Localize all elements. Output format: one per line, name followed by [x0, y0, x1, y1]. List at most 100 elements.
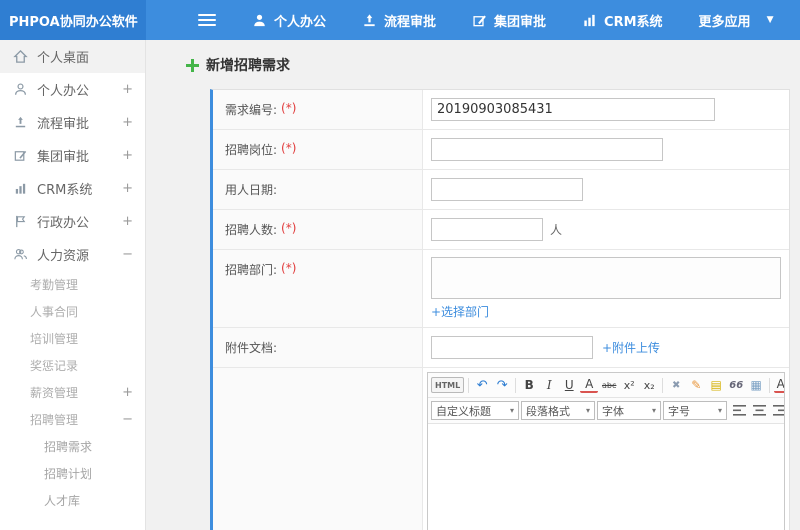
font-size-dropdown[interactable]: 字号 ▾: [663, 401, 727, 420]
edit-icon: [14, 150, 27, 161]
required-mark: (*): [281, 101, 297, 115]
align-right-icon[interactable]: [771, 403, 784, 419]
sidebar-item-personal-desktop[interactable]: 个人桌面: [0, 40, 145, 73]
expand-icon[interactable]: +: [122, 214, 133, 229]
required-mark: (*): [281, 261, 297, 275]
main-content: 新增招聘需求 需求编号: (*) 招聘岗位: (*): [147, 40, 800, 530]
form-row-headcount: 招聘人数: (*) 人: [213, 210, 789, 250]
blockquote-icon[interactable]: 66: [727, 376, 745, 394]
field-content: [423, 90, 789, 129]
collapse-icon[interactable]: −: [122, 412, 133, 427]
unit-label: 人: [550, 223, 563, 237]
department-textarea[interactable]: [431, 257, 781, 299]
superscript-icon[interactable]: x²: [620, 376, 638, 394]
undo-icon[interactable]: ↶: [473, 376, 491, 394]
workflow-icon: [364, 13, 375, 26]
remove-format-icon[interactable]: ✖: [667, 376, 685, 394]
sidebar-subitem-recruitment[interactable]: 招聘管理 −: [0, 406, 145, 433]
field-label: 用人日期:: [213, 170, 423, 209]
app-logo[interactable]: PHPOA协同办公软件: [0, 0, 146, 40]
sidebar-item-group-approval[interactable]: 集团审批 +: [0, 139, 145, 172]
rich-text-editor: HTML ↶ ↷ B I U A abc x² x₂ ✖ ✎ ▤ 66 ▦ A …: [427, 372, 785, 530]
expand-icon[interactable]: +: [122, 82, 133, 97]
expand-icon[interactable]: +: [122, 148, 133, 163]
align-center-icon[interactable]: [751, 403, 767, 419]
form-row-department: 招聘部门: (*) +选择部门: [213, 250, 789, 328]
field-label: 附件文档:: [213, 328, 423, 367]
topnav-workflow-approval[interactable]: 流程审批: [362, 11, 436, 30]
expand-icon[interactable]: +: [122, 115, 133, 130]
attachment-input[interactable]: [431, 336, 593, 359]
sidebar-subitem-rewards[interactable]: 奖惩记录: [0, 352, 145, 379]
topnav-personal-office[interactable]: 个人办公: [252, 11, 326, 30]
sidebar-item-personal-office[interactable]: 个人办公 +: [0, 73, 145, 106]
font-color-icon[interactable]: A: [580, 377, 599, 393]
select-department-link[interactable]: +选择部门: [431, 303, 489, 320]
recruit-post-input[interactable]: [431, 138, 663, 161]
sidebar-subitem-hr-contract[interactable]: 人事合同: [0, 298, 145, 325]
recruit-demand-form: 需求编号: (*) 招聘岗位: (*) 用人: [210, 89, 790, 530]
sidebar-subitem-salary[interactable]: 薪资管理 +: [0, 379, 145, 406]
field-content: +选择部门: [423, 250, 789, 327]
html-source-button[interactable]: HTML: [431, 377, 465, 393]
page-title: 新增招聘需求: [206, 58, 290, 74]
custom-heading-dropdown[interactable]: 自定义标题 ▾: [431, 401, 519, 420]
sidebar-subitem-attendance[interactable]: 考勤管理: [0, 271, 145, 298]
bold-icon[interactable]: B: [520, 376, 538, 394]
bar-chart-icon: [15, 183, 26, 194]
flag-icon: [16, 215, 26, 228]
topnav-label: 个人办公: [274, 14, 327, 30]
topbar: PHPOA协同办公软件 个人办公 流程审批 集团审批 CRM系统 更多应用 ▼: [0, 0, 800, 40]
form-row-demand-code: 需求编号: (*): [213, 90, 789, 130]
topnav-more-apps[interactable]: 更多应用 ▼: [699, 11, 774, 30]
chevron-down-icon: ▾: [509, 406, 514, 415]
text-color-dropdown[interactable]: A ▾: [774, 377, 784, 393]
people-icon: [14, 248, 27, 260]
topnav-crm-system[interactable]: CRM系统: [582, 11, 663, 30]
hire-date-input[interactable]: [431, 178, 583, 201]
strikethrough-icon[interactable]: abc: [600, 376, 618, 394]
field-label: 岗位要求: (*): [213, 368, 423, 530]
person-icon: [15, 83, 26, 95]
table-icon[interactable]: ▦: [747, 376, 765, 394]
editor-content-area[interactable]: [428, 424, 784, 530]
attachment-upload-link[interactable]: +附件上传: [602, 339, 660, 356]
field-content: 人: [423, 210, 789, 249]
demand-code-input[interactable]: [431, 98, 715, 121]
menu-icon[interactable]: [198, 14, 216, 26]
person-icon: [254, 14, 265, 26]
sidebar-item-workflow-approval[interactable]: 流程审批 +: [0, 106, 145, 139]
collapse-icon[interactable]: −: [122, 247, 133, 262]
editor-toolbar-row1: HTML ↶ ↷ B I U A abc x² x₂ ✖ ✎ ▤ 66 ▦ A: [428, 373, 784, 398]
align-left-icon[interactable]: [731, 403, 747, 419]
sidebar-item-crm-system[interactable]: CRM系统 +: [0, 172, 145, 205]
expand-icon[interactable]: +: [122, 385, 133, 400]
field-content: [423, 170, 789, 209]
underline-icon[interactable]: U: [560, 376, 578, 394]
sidebar-subitem-recruit-plan[interactable]: 招聘计划: [0, 460, 145, 487]
sidebar-subitem-training[interactable]: 培训管理: [0, 325, 145, 352]
sidebar-subitem-recruit-demand[interactable]: 招聘需求: [0, 433, 145, 460]
highlight-icon[interactable]: ▤: [707, 376, 725, 394]
italic-icon[interactable]: I: [540, 376, 558, 394]
field-label: 招聘部门: (*): [213, 250, 423, 327]
field-label: 需求编号: (*): [213, 90, 423, 129]
field-label: 招聘人数: (*): [213, 210, 423, 249]
sidebar-subitem-talent-pool[interactable]: 人才库: [0, 487, 145, 514]
field-content: [423, 130, 789, 169]
topnav-group-approval[interactable]: 集团审批: [472, 11, 546, 30]
sidebar-item-administrative-office[interactable]: 行政办公 +: [0, 205, 145, 238]
field-label: 招聘岗位: (*): [213, 130, 423, 169]
format-brush-icon[interactable]: ✎: [687, 376, 705, 394]
chevron-down-icon: ▾: [585, 406, 590, 415]
subscript-icon[interactable]: x₂: [640, 376, 658, 394]
redo-icon[interactable]: ↷: [493, 376, 511, 394]
sidebar-item-human-resources[interactable]: 人力资源 −: [0, 238, 145, 271]
headcount-input[interactable]: [431, 218, 543, 241]
paragraph-format-dropdown[interactable]: 段落格式 ▾: [521, 401, 595, 420]
expand-icon[interactable]: +: [122, 181, 133, 196]
font-family-dropdown[interactable]: 字体 ▾: [597, 401, 661, 420]
required-mark: (*): [281, 141, 297, 155]
workflow-icon: [15, 116, 26, 128]
edit-icon: [473, 14, 486, 26]
